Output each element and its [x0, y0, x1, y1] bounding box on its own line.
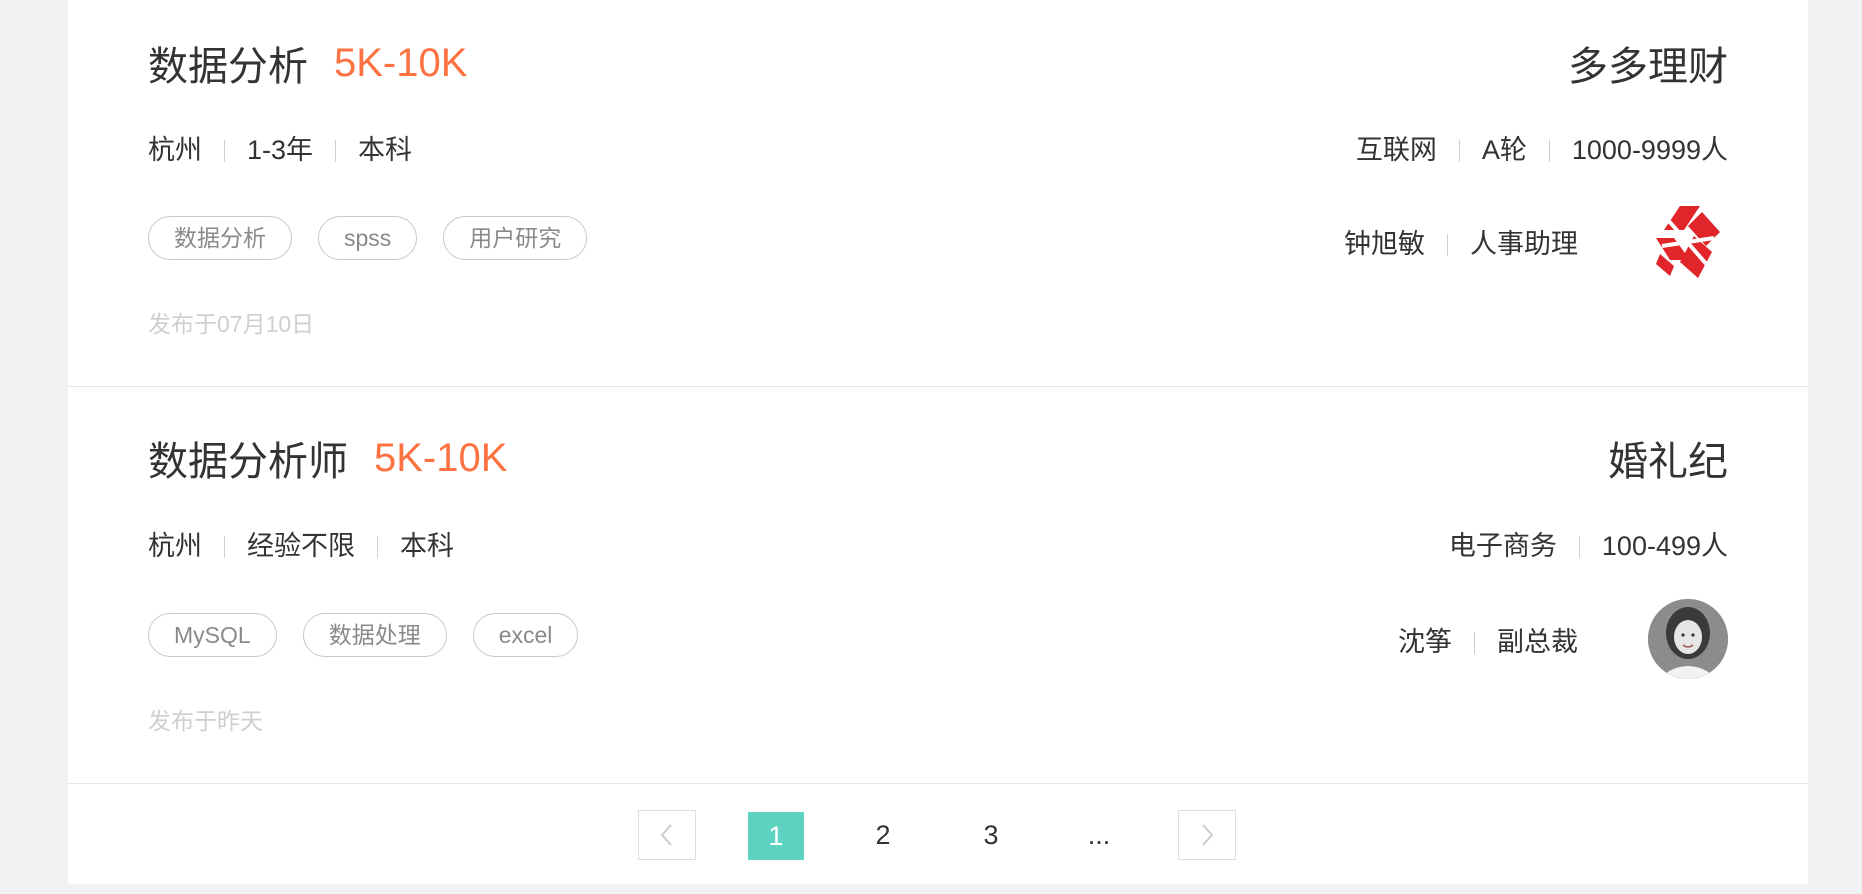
- page-ellipsis[interactable]: ...: [1070, 810, 1128, 860]
- tag[interactable]: 数据处理: [302, 613, 447, 657]
- company-info: 婚礼纪 电子商务 100-499人 沈筝 副总裁: [1128, 387, 1728, 783]
- company-info: 多多理财 互联网 A轮 1000-9999人 钟旭敏 人事助理: [1128, 0, 1728, 386]
- divider: [1474, 632, 1475, 654]
- tag[interactable]: 用户研究: [443, 216, 588, 260]
- company-industry: 互联网: [1355, 135, 1437, 165]
- tag[interactable]: excel: [472, 613, 579, 657]
- chevron-left-icon: [660, 824, 672, 846]
- recruiter-role: 人事助理: [1470, 229, 1578, 259]
- job-education: 本科: [358, 135, 413, 165]
- job-info: 数据分析师 5K-10K 杭州 经验不限 本科 MySQL 数据处理 excel 发布于昨…: [148, 387, 1048, 783]
- company-size: 1000-9999人: [1571, 135, 1728, 165]
- job-location: 杭州: [148, 135, 202, 165]
- salary: 5K-10K: [374, 435, 508, 480]
- company-name[interactable]: 多多理财: [1568, 34, 1728, 92]
- divider: [224, 536, 225, 558]
- job-title-row: 数据分析 5K-10K: [148, 34, 467, 90]
- job-education: 本科: [400, 531, 454, 561]
- company-stage: A轮: [1481, 135, 1527, 165]
- job-experience: 1-3年: [247, 135, 314, 165]
- job-meta: 杭州 1-3年 本科: [148, 128, 412, 167]
- tag[interactable]: spss: [318, 216, 418, 260]
- divider: [1548, 140, 1550, 162]
- recruiter-avatar[interactable]: [1648, 599, 1728, 679]
- recruiter: 沈筝 副总裁: [1398, 620, 1578, 659]
- divider: [1578, 536, 1580, 558]
- recruiter-name: 沈筝: [1398, 627, 1452, 657]
- tag[interactable]: MySQL: [148, 613, 277, 657]
- recruiter-name: 钟旭敏: [1344, 229, 1425, 259]
- company-name[interactable]: 婚礼纪: [1608, 429, 1728, 487]
- job-meta: 杭州 经验不限 本科: [148, 524, 454, 563]
- posted-date: 发布于07月10日: [148, 311, 315, 337]
- page-2[interactable]: 2: [854, 810, 912, 860]
- job-info: 数据分析 5K-10K 杭州 1-3年 本科 数据分析 spss 用户研究 发布于07月1…: [148, 0, 1048, 386]
- recruiter-role: 副总裁: [1497, 627, 1578, 657]
- job-list: 数据分析 5K-10K 杭州 1-3年 本科 数据分析 spss 用户研究 发布于07月1…: [68, 0, 1808, 884]
- job-tags: 数据分析 spss 用户研究: [148, 216, 613, 260]
- tag[interactable]: 数据分析: [148, 216, 292, 260]
- company-size: 100-499人: [1601, 531, 1728, 561]
- prev-page-button[interactable]: [638, 810, 696, 860]
- job-title-row: 数据分析师 5K-10K: [148, 429, 507, 485]
- divider: [1458, 140, 1460, 162]
- salary: 5K-10K: [334, 40, 468, 85]
- company-meta: 电子商务 100-499人: [1449, 524, 1728, 563]
- job-tags: MySQL 数据处理 excel: [148, 613, 604, 657]
- job-experience: 经验不限: [247, 531, 355, 561]
- company-logo[interactable]: [1648, 202, 1728, 282]
- job-card[interactable]: 数据分析 5K-10K 杭州 1-3年 本科 数据分析 spss 用户研究 发布于07月1…: [68, 0, 1808, 387]
- job-title[interactable]: 数据分析师: [148, 440, 348, 484]
- divider: [224, 140, 225, 162]
- person-avatar-icon: [1648, 599, 1728, 679]
- divider: [1447, 234, 1448, 256]
- chevron-right-icon: [1202, 824, 1214, 846]
- divider: [335, 140, 337, 162]
- posted-date: 发布于昨天: [148, 708, 263, 734]
- company-industry: 电子商务: [1448, 531, 1557, 561]
- recruiter: 钟旭敏 人事助理: [1344, 222, 1578, 261]
- page-3[interactable]: 3: [962, 810, 1020, 860]
- job-location: 杭州: [148, 531, 202, 561]
- pagination: 1 2 3 ...: [68, 784, 1808, 884]
- page-1[interactable]: 1: [748, 812, 804, 860]
- job-title[interactable]: 数据分析: [148, 45, 308, 89]
- divider: [377, 536, 378, 558]
- job-card[interactable]: 数据分析师 5K-10K 杭州 经验不限 本科 MySQL 数据处理 excel 发布于昨…: [68, 387, 1808, 784]
- next-page-button[interactable]: [1178, 810, 1236, 860]
- company-meta: 互联网 A轮 1000-9999人: [1356, 128, 1728, 167]
- red-diamond-logo-icon: [1656, 206, 1720, 278]
